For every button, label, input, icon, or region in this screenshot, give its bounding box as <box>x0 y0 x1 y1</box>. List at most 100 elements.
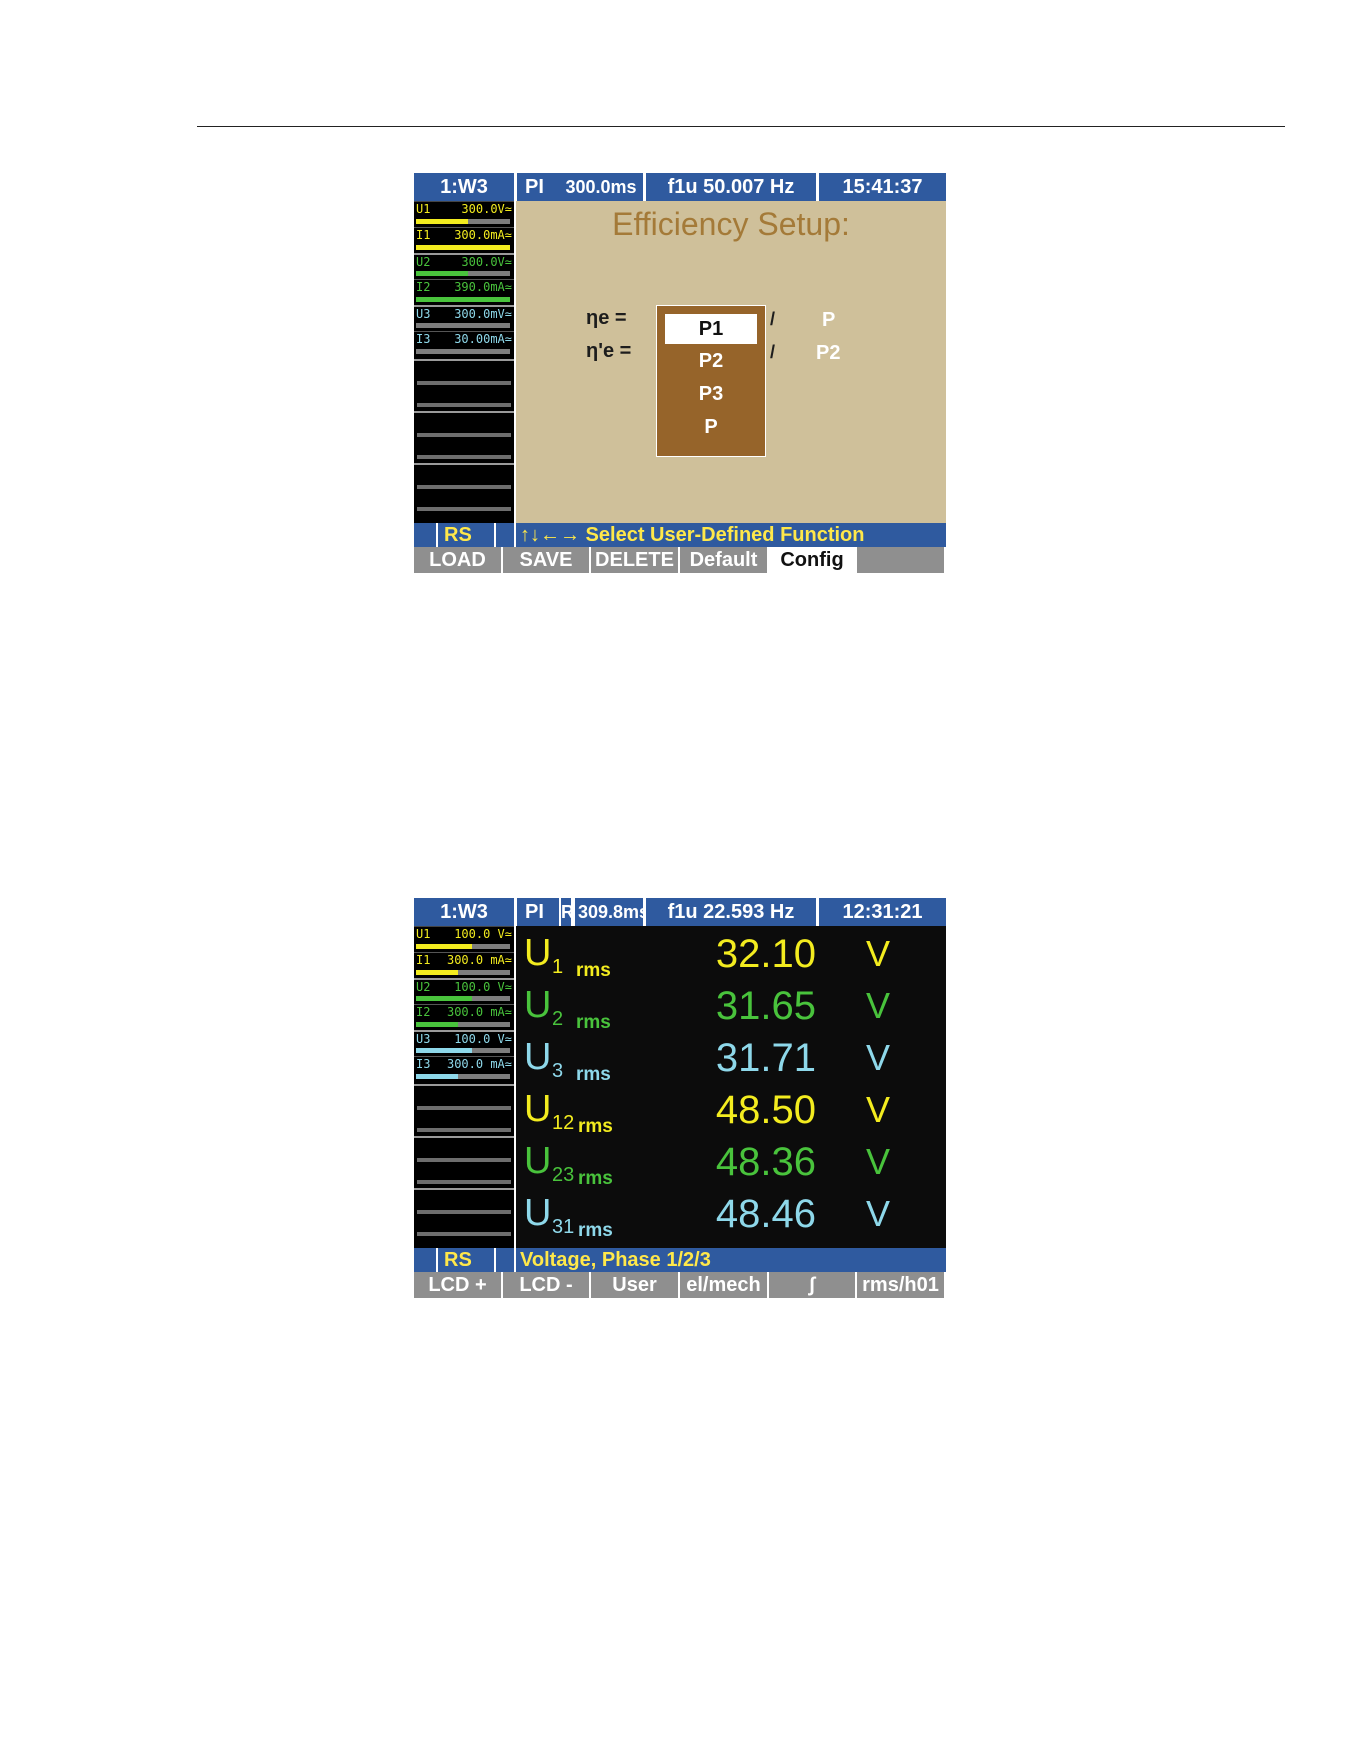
measurement-row: U 3 rms 31.71 V <box>516 1034 946 1086</box>
empty-channel-slot <box>414 1188 514 1238</box>
denominator-e[interactable]: P <box>822 309 835 332</box>
channel-label: U1 <box>416 927 431 941</box>
slot-bar <box>417 1210 511 1214</box>
slot-bar <box>417 1128 511 1132</box>
channel-level-bar <box>416 297 510 302</box>
slot-bar <box>417 507 511 511</box>
voltage-measurement-screen: 1:W3 PI R 309.8ms f1u 22.593 Hz 12:31:21… <box>414 898 946 1298</box>
softkey-delete[interactable]: DELETE <box>591 547 678 573</box>
slot-bar <box>417 403 511 407</box>
channel-range: 300.0 mA≃ <box>446 1005 512 1019</box>
channel-level-bar <box>416 944 510 949</box>
softkey-key-5[interactable]: ∫ <box>769 1272 855 1298</box>
measurement-value: 48.36 <box>715 1140 816 1184</box>
quantity-suffix: rms <box>576 960 611 981</box>
measurement-row: U 2 rms 31.65 V <box>516 982 946 1034</box>
slot-bar <box>417 1180 511 1184</box>
softkey-lcd[interactable]: LCD + <box>414 1272 501 1298</box>
channel-level-bar <box>416 996 510 1001</box>
channel-level-bar <box>416 219 510 224</box>
softkey-default[interactable]: Default <box>680 547 767 573</box>
channel-level-fill <box>416 219 468 224</box>
denominator-prime-e[interactable]: P2 <box>816 342 840 365</box>
slot-bar <box>417 455 511 459</box>
channel-panel: U1 300.0V≃ I1 300.0mA≃ U2 300.0V≃ I2 390.0mA≃ U3… <box>414 201 514 523</box>
slot-bar <box>417 485 511 489</box>
quantity-suffix: rms <box>578 1116 613 1137</box>
channel-level-bar <box>416 271 510 276</box>
channel-label: U3 <box>416 1032 431 1046</box>
quantity-subscript: 12 <box>552 1112 575 1134</box>
channel-i3: I3 300.0 mA≃ <box>414 1056 514 1082</box>
channel-range: 100.0 V≃ <box>454 1032 512 1046</box>
pi-indicator: PI <box>517 898 559 926</box>
channel-panel: U1 100.0 V≃ I1 300.0 mA≃ U2 100.0 V≃ I2 300.0 m… <box>414 926 514 1248</box>
softkey-load[interactable]: LOAD <box>414 547 501 573</box>
status-message: Voltage, Phase 1/2/3 <box>514 1248 711 1272</box>
quantity-suffix: rms <box>578 1220 613 1241</box>
quantity-symbol: U <box>524 1036 552 1078</box>
quantity-suffix: rms <box>578 1168 613 1189</box>
channel-u2: U2 300.0V≃ <box>414 253 514 279</box>
channel-label: U2 <box>416 255 431 269</box>
option-p3[interactable]: P3 <box>665 379 757 409</box>
division-slash: / <box>770 342 776 362</box>
sync-frequency: f1u 50.007 Hz <box>646 173 816 201</box>
sync-frequency: f1u 22.593 Hz <box>646 898 816 926</box>
channel-level-fill <box>416 1048 473 1053</box>
quantity-suffix: rms <box>576 1012 611 1033</box>
quantity-suffix: rms <box>576 1064 611 1085</box>
option-p[interactable]: P <box>665 412 757 442</box>
channel-i1: I1 300.0 mA≃ <box>414 952 514 978</box>
numerator-select-list[interactable]: P1 P2 P3 P <box>656 305 766 457</box>
measurement-value: 32.10 <box>715 932 816 976</box>
channel-range: 300.0V≃ <box>461 255 512 269</box>
channel-level-fill <box>416 245 510 250</box>
empty-channel-slot <box>414 463 514 513</box>
channel-label: U1 <box>416 202 431 216</box>
softkey-bar: LOAD SAVE DELETE Default Config <box>414 547 946 573</box>
quantity-subscript: 2 <box>552 1008 564 1030</box>
measurement-row: U 12 rms 48.50 V <box>516 1086 946 1138</box>
quantity-subscript: 3 <box>552 1060 564 1082</box>
softkey-rms-h01[interactable]: rms/h01 <box>857 1272 944 1298</box>
channel-level-fill <box>416 1074 459 1079</box>
slot-bar <box>417 1158 511 1162</box>
softkey-config[interactable]: Config <box>769 547 855 573</box>
status-bar: RS ↑↓←→ Select User-Defined Function <box>414 523 946 547</box>
measurement-row: U 1 rms 32.10 V <box>516 930 946 982</box>
empty-channel-slot <box>414 411 514 461</box>
channel-level-fill <box>416 944 473 949</box>
measurement-value: 48.46 <box>715 1192 816 1236</box>
quantity-symbol: U <box>524 984 552 1026</box>
wiring-mode: 1:W3 <box>414 173 514 201</box>
efficiency-setup-panel: Efficiency Setup: ηe = η'e = P1 P2 P3 P … <box>516 201 946 523</box>
softkey-user[interactable]: User <box>591 1272 678 1298</box>
option-p2[interactable]: P2 <box>665 346 757 376</box>
quantity-symbol: U <box>524 1192 552 1234</box>
channel-i2: I2 300.0 mA≃ <box>414 1004 514 1030</box>
channel-i2: I2 390.0mA≃ <box>414 279 514 305</box>
channel-level-fill <box>416 996 473 1001</box>
eta-prime-e-label: η'e = <box>586 340 632 362</box>
softkey-lcd[interactable]: LCD - <box>503 1272 589 1298</box>
channel-range: 300.0V≃ <box>461 202 512 216</box>
quantity-symbol: U <box>524 932 552 974</box>
division-slash: / <box>770 309 776 329</box>
softkey-el-mech[interactable]: el/mech <box>680 1272 767 1298</box>
channel-u3: U3 300.0mV≃ <box>414 305 514 331</box>
quantity-subscript: 1 <box>552 956 564 978</box>
channel-i3: I3 30.00mA≃ <box>414 331 514 357</box>
channel-level-bar <box>416 1074 510 1079</box>
clock: 15:41:37 <box>819 173 946 201</box>
measurement-row: U 31 rms 48.46 V <box>516 1190 946 1242</box>
measurement-value: 31.71 <box>715 1036 816 1080</box>
time-interval: 309.8ms <box>575 898 643 926</box>
option-p1[interactable]: P1 <box>665 314 757 344</box>
softkey-save[interactable]: SAVE <box>503 547 589 573</box>
measurement-unit: V <box>866 933 891 974</box>
softkey-key-6[interactable] <box>857 547 944 573</box>
channel-label: I3 <box>416 1057 431 1071</box>
channel-range: 100.0 V≃ <box>454 927 512 941</box>
r-indicator: R <box>559 898 571 926</box>
